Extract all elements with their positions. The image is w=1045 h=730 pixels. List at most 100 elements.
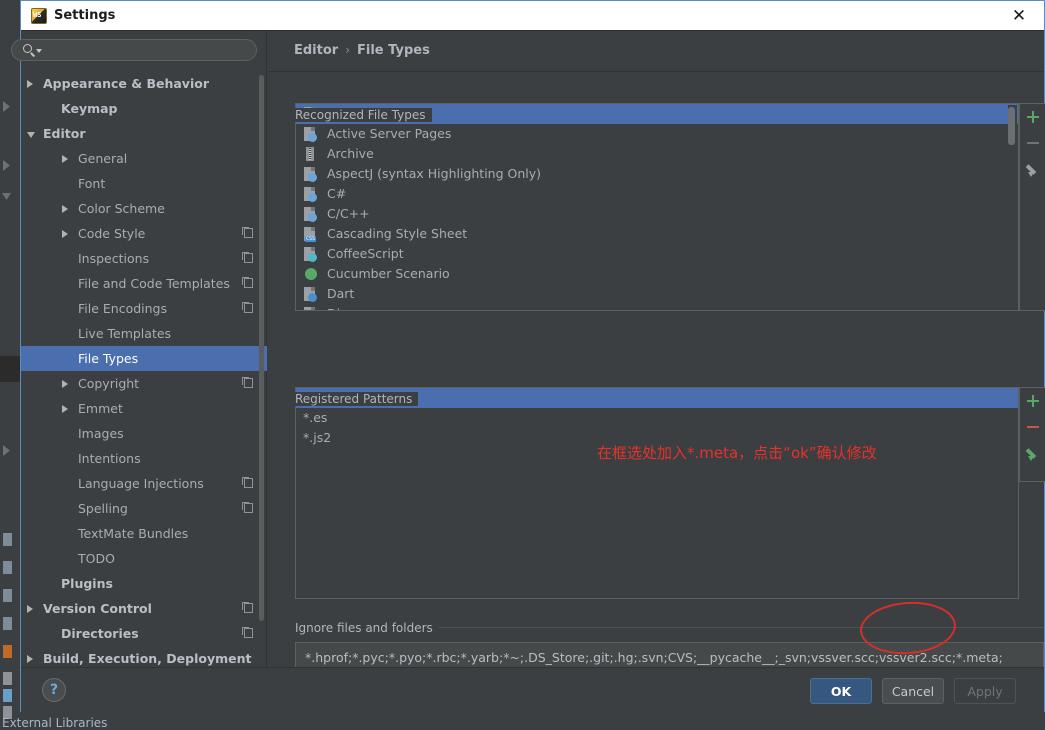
sidebar-item-label: File Types <box>78 351 139 366</box>
ide-bg-mark <box>3 617 12 630</box>
add-file-type-button[interactable] <box>1020 104 1045 130</box>
file-css-icon: CSS <box>304 227 318 242</box>
ok-button[interactable]: OK <box>810 678 872 704</box>
file-type-row[interactable]: Di <box>296 304 1018 310</box>
sidebar-item-file-types[interactable]: File Types <box>21 346 267 371</box>
sidebar-item-label: General <box>78 151 128 166</box>
ide-bg-mark <box>3 589 12 602</box>
chevron-down-icon[interactable] <box>27 132 35 138</box>
registered-patterns-list[interactable]: *.as*.es*.js2 <box>295 387 1019 599</box>
pattern-row[interactable]: *.es <box>296 408 1018 428</box>
sidebar-item-build-execution-deployment[interactable]: Build, Execution, Deployment <box>21 646 267 667</box>
sidebar-item-images[interactable]: Images <box>21 421 267 446</box>
sidebar-item-color-scheme[interactable]: Color Scheme <box>21 196 267 221</box>
copy-settings-icon[interactable] <box>242 602 253 613</box>
file-type-row[interactable]: Dart <box>296 284 1018 304</box>
chevron-right-icon[interactable] <box>27 655 33 663</box>
file-type-row[interactable]: Cucumber Scenario <box>296 264 1018 284</box>
sidebar-item-plugins[interactable]: Plugins <box>21 571 267 596</box>
copy-settings-icon[interactable] <box>242 377 253 388</box>
breadcrumb-separator: › <box>345 43 351 57</box>
recognized-file-types-list[interactable]: ASActionScriptActive Server PagesArchive… <box>295 103 1019 311</box>
sidebar-item-todo[interactable]: TODO <box>21 546 267 571</box>
chevron-right-icon[interactable] <box>27 80 33 88</box>
sidebar-item-file-encodings[interactable]: File Encodings <box>21 296 267 321</box>
file-type-row[interactable]: Active Server Pages <box>296 124 1018 144</box>
ignore-files-input[interactable] <box>303 648 1042 666</box>
chevron-right-icon[interactable] <box>62 380 68 388</box>
file-types-scrollbar-thumb[interactable] <box>1008 107 1015 145</box>
search-box[interactable] <box>11 39 257 61</box>
file-type-row[interactable]: C/C++ <box>296 204 1018 224</box>
copy-settings-icon[interactable] <box>242 227 253 238</box>
sidebar-item-intentions[interactable]: Intentions <box>21 446 267 471</box>
sidebar-item-label: Plugins <box>61 576 113 591</box>
file-csharp-icon <box>304 187 318 202</box>
sidebar-item-label: Keymap <box>61 101 118 116</box>
sidebar-item-label: Language Injections <box>78 476 204 491</box>
sidebar-item-label: Images <box>78 426 124 441</box>
sidebar-item-font[interactable]: Font <box>21 171 267 196</box>
sidebar-item-spelling[interactable]: Spelling <box>21 496 267 521</box>
sidebar-item-editor[interactable]: Editor <box>21 121 267 146</box>
file-type-row[interactable]: C# <box>296 184 1018 204</box>
chevron-right-icon[interactable] <box>62 405 68 413</box>
search-input[interactable] <box>46 44 230 61</box>
sidebar-item-label: Color Scheme <box>78 201 165 216</box>
sidebar-item-emmet[interactable]: Emmet <box>21 396 267 421</box>
copy-settings-icon[interactable] <box>242 277 253 288</box>
settings-tree[interactable]: Appearance & Behavior Keymap Editor General… <box>21 71 267 667</box>
file-type-row[interactable]: AspectJ (syntax Highlighting Only) <box>296 164 1018 184</box>
sidebar-item-appearance-behavior[interactable]: Appearance & Behavior <box>21 71 267 96</box>
sidebar-item-copyright[interactable]: Copyright <box>21 371 267 396</box>
cancel-button[interactable]: Cancel <box>882 678 944 704</box>
ide-bg-block <box>0 356 22 382</box>
copy-settings-icon[interactable] <box>242 477 253 488</box>
help-button[interactable]: ? <box>42 678 66 702</box>
copy-settings-icon[interactable] <box>242 302 253 313</box>
ide-bg-mark <box>3 533 12 546</box>
ide-bg-mark <box>3 689 12 702</box>
file-type-row[interactable]: Archive <box>296 144 1018 164</box>
file-type-label: Active Server Pages <box>327 126 452 141</box>
apply-button[interactable]: Apply <box>954 678 1016 704</box>
sidebar-item-directories[interactable]: Directories <box>21 621 267 646</box>
file-aspectj-icon <box>304 167 318 182</box>
sidebar-scrollbar[interactable] <box>259 75 264 621</box>
sidebar-item-file-and-code-templates[interactable]: File and Code Templates <box>21 271 267 296</box>
remove-pattern-button[interactable] <box>1020 414 1045 440</box>
breadcrumb-parent[interactable]: Editor <box>294 43 338 58</box>
cucumber-icon <box>304 267 318 282</box>
dialog-body: Appearance & Behavior Keymap Editor General… <box>11 31 1045 668</box>
file-types-scrollbar[interactable] <box>1008 105 1017 310</box>
file-type-label: CoffeeScript <box>327 246 404 261</box>
sidebar-item-label: File and Code Templates <box>78 276 230 291</box>
sidebar-item-label: Directories <box>61 626 139 641</box>
copy-settings-icon[interactable] <box>242 627 253 638</box>
edit-pattern-button[interactable] <box>1020 440 1045 466</box>
sidebar-item-live-templates[interactable]: Live Templates <box>21 321 267 346</box>
sidebar-item-inspections[interactable]: Inspections <box>21 246 267 271</box>
file-type-label: Di <box>327 304 340 310</box>
copy-settings-icon[interactable] <box>242 252 253 263</box>
file-type-row[interactable]: CSS Cascading Style Sheet <box>296 224 1018 244</box>
settings-detail-pane: Editor › File Types Recognized File Types … <box>268 31 1045 668</box>
copy-settings-icon[interactable] <box>242 502 253 513</box>
close-icon[interactable]: ✕ <box>1006 5 1032 27</box>
sidebar-item-keymap[interactable]: Keymap <box>21 96 267 121</box>
sidebar-item-label: Build, Execution, Deployment <box>43 651 252 666</box>
file-type-row[interactable]: CoffeeScript <box>296 244 1018 264</box>
sidebar-item-textmate-bundles[interactable]: TextMate Bundles <box>21 521 267 546</box>
sidebar-item-language-injections[interactable]: Language Injections <box>21 471 267 496</box>
sidebar-item-code-style[interactable]: Code Style <box>21 221 267 246</box>
file-type-label: C# <box>327 186 347 201</box>
chevron-right-icon[interactable] <box>27 605 33 613</box>
file-type-label: Cucumber Scenario <box>327 266 450 281</box>
chevron-right-icon[interactable] <box>62 230 68 238</box>
sidebar-item-general[interactable]: General <box>21 146 267 171</box>
sidebar-item-version-control[interactable]: Version Control <box>21 596 267 621</box>
chevron-right-icon[interactable] <box>62 205 68 213</box>
chevron-right-icon[interactable] <box>62 155 68 163</box>
sidebar-item-label: Inspections <box>78 251 150 266</box>
add-pattern-button[interactable] <box>1020 388 1045 414</box>
